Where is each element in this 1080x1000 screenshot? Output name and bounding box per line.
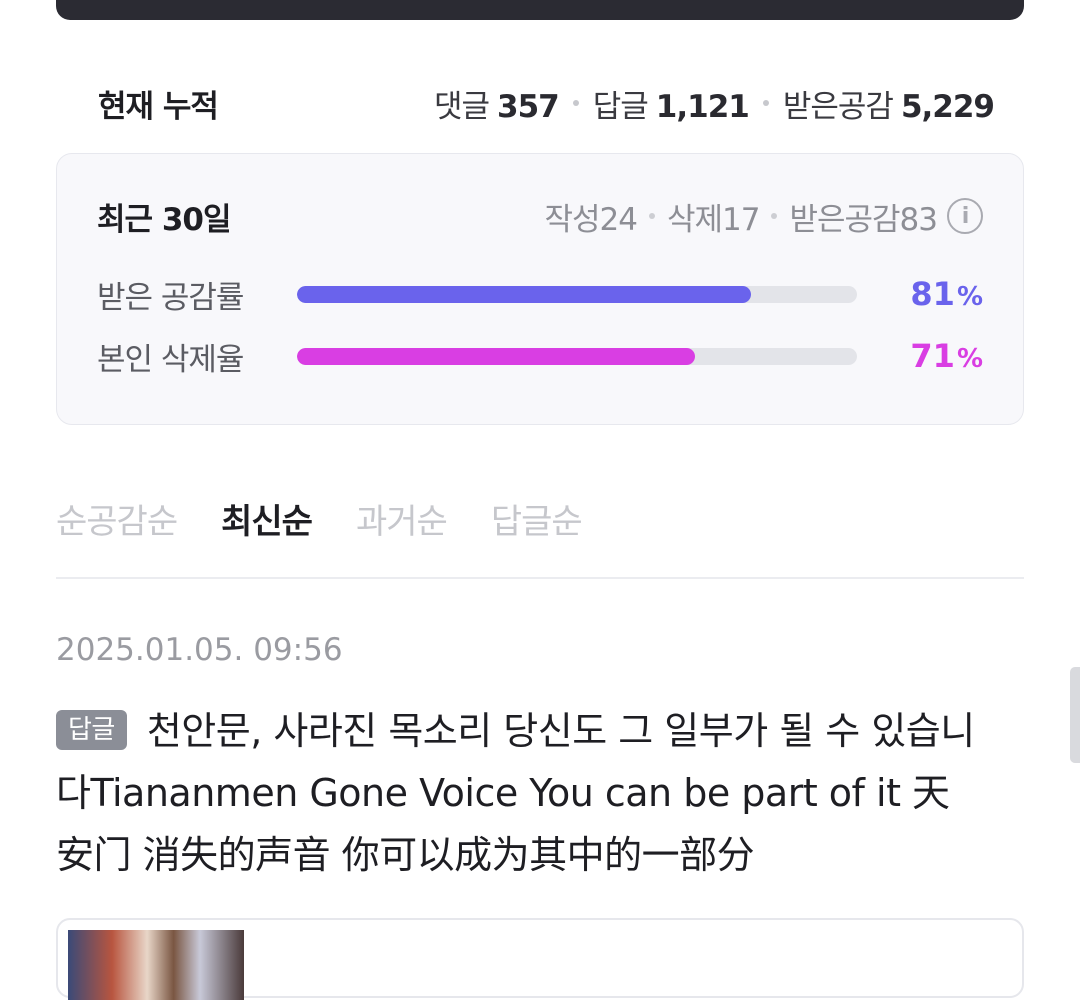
post-text: 천안문, 사라진 목소리 당신도 그 일부가 될 수 있습니다Tiananmen… (56, 709, 975, 877)
tab-sort-replies[interactable]: 답글순 (491, 494, 583, 543)
like-rate-bar (297, 285, 857, 303)
delete-rate-number: 71 (910, 337, 955, 375)
post-date: 2025.01.05. 09:56 (56, 632, 343, 668)
comments-count: 357 (497, 88, 560, 125)
likes-stat: 받은공감 5,229 (782, 81, 995, 126)
like-rate-unit: % (956, 282, 983, 312)
tab-sort-oldest[interactable]: 과거순 (356, 494, 448, 543)
info-icon[interactable]: i (947, 198, 983, 234)
like-rate-row: 받은 공감률 81% (97, 272, 983, 316)
top-dark-panel (56, 0, 1024, 20)
delete-rate-row: 본인 삭제율 71% (97, 334, 983, 378)
delete-rate-bar-fill (297, 347, 695, 365)
delete-rate-unit: % (956, 344, 983, 374)
tab-sort-latest[interactable]: 최신순 (221, 494, 313, 543)
replies-count: 1,121 (655, 88, 750, 125)
recent-title: 최근 30일 (97, 201, 231, 238)
likes-label: 받은공감 (782, 88, 894, 125)
tab-sort-likes[interactable]: 순공감순 (56, 494, 178, 543)
link-thumbnail-image (68, 930, 244, 1000)
like-rate-value: 81% (910, 275, 983, 313)
delete-rate-label: 본인 삭제율 (97, 341, 244, 378)
cumulative-stats: 현재 누적 댓글 357 답글 1,121 받은공감 5,229 (98, 78, 995, 128)
tabs-divider (56, 577, 1024, 579)
reply-badge: 답글 (56, 710, 127, 750)
cumulative-stats-list: 댓글 357 답글 1,121 받은공감 5,229 (433, 81, 995, 126)
dot-separator (762, 100, 769, 106)
recent-30-days-card: 최근 30일 작성24 삭제17 받은공감83 i 받은 공감률 81% 본인 … (56, 153, 1024, 425)
link-preview-card[interactable] (56, 918, 1024, 1000)
cumulative-title: 현재 누적 (98, 88, 219, 125)
comments-label: 댓글 (433, 88, 490, 125)
recent-header: 최근 30일 작성24 삭제17 받은공감83 i (97, 194, 983, 238)
dot-separator (572, 100, 579, 106)
recent-stats: 작성24 삭제17 받은공감83 i (544, 194, 983, 239)
written-count: 작성24 (544, 201, 637, 238)
like-rate-bar-fill (297, 285, 751, 303)
delete-rate-value: 71% (910, 337, 983, 375)
likes-count: 5,229 (900, 88, 995, 125)
recent-likes-count: 받은공감83 (789, 201, 938, 238)
scrollbar[interactable] (1070, 667, 1080, 763)
sort-tabs: 순공감순 최신순 과거순 답글순 (56, 486, 1024, 550)
replies-label: 답글 (592, 88, 649, 125)
like-rate-number: 81 (910, 275, 955, 313)
like-rate-label: 받은 공감률 (97, 279, 244, 316)
dot-separator (648, 213, 655, 219)
comments-stat: 댓글 357 (433, 81, 560, 126)
deleted-count: 삭제17 (666, 201, 760, 238)
replies-stat: 답글 1,121 (592, 81, 750, 126)
post-text-block[interactable]: 답글 천안문, 사라진 목소리 당신도 그 일부가 될 수 있습니다Tiananm… (56, 700, 986, 886)
dot-separator (771, 213, 778, 219)
delete-rate-bar (297, 347, 857, 365)
